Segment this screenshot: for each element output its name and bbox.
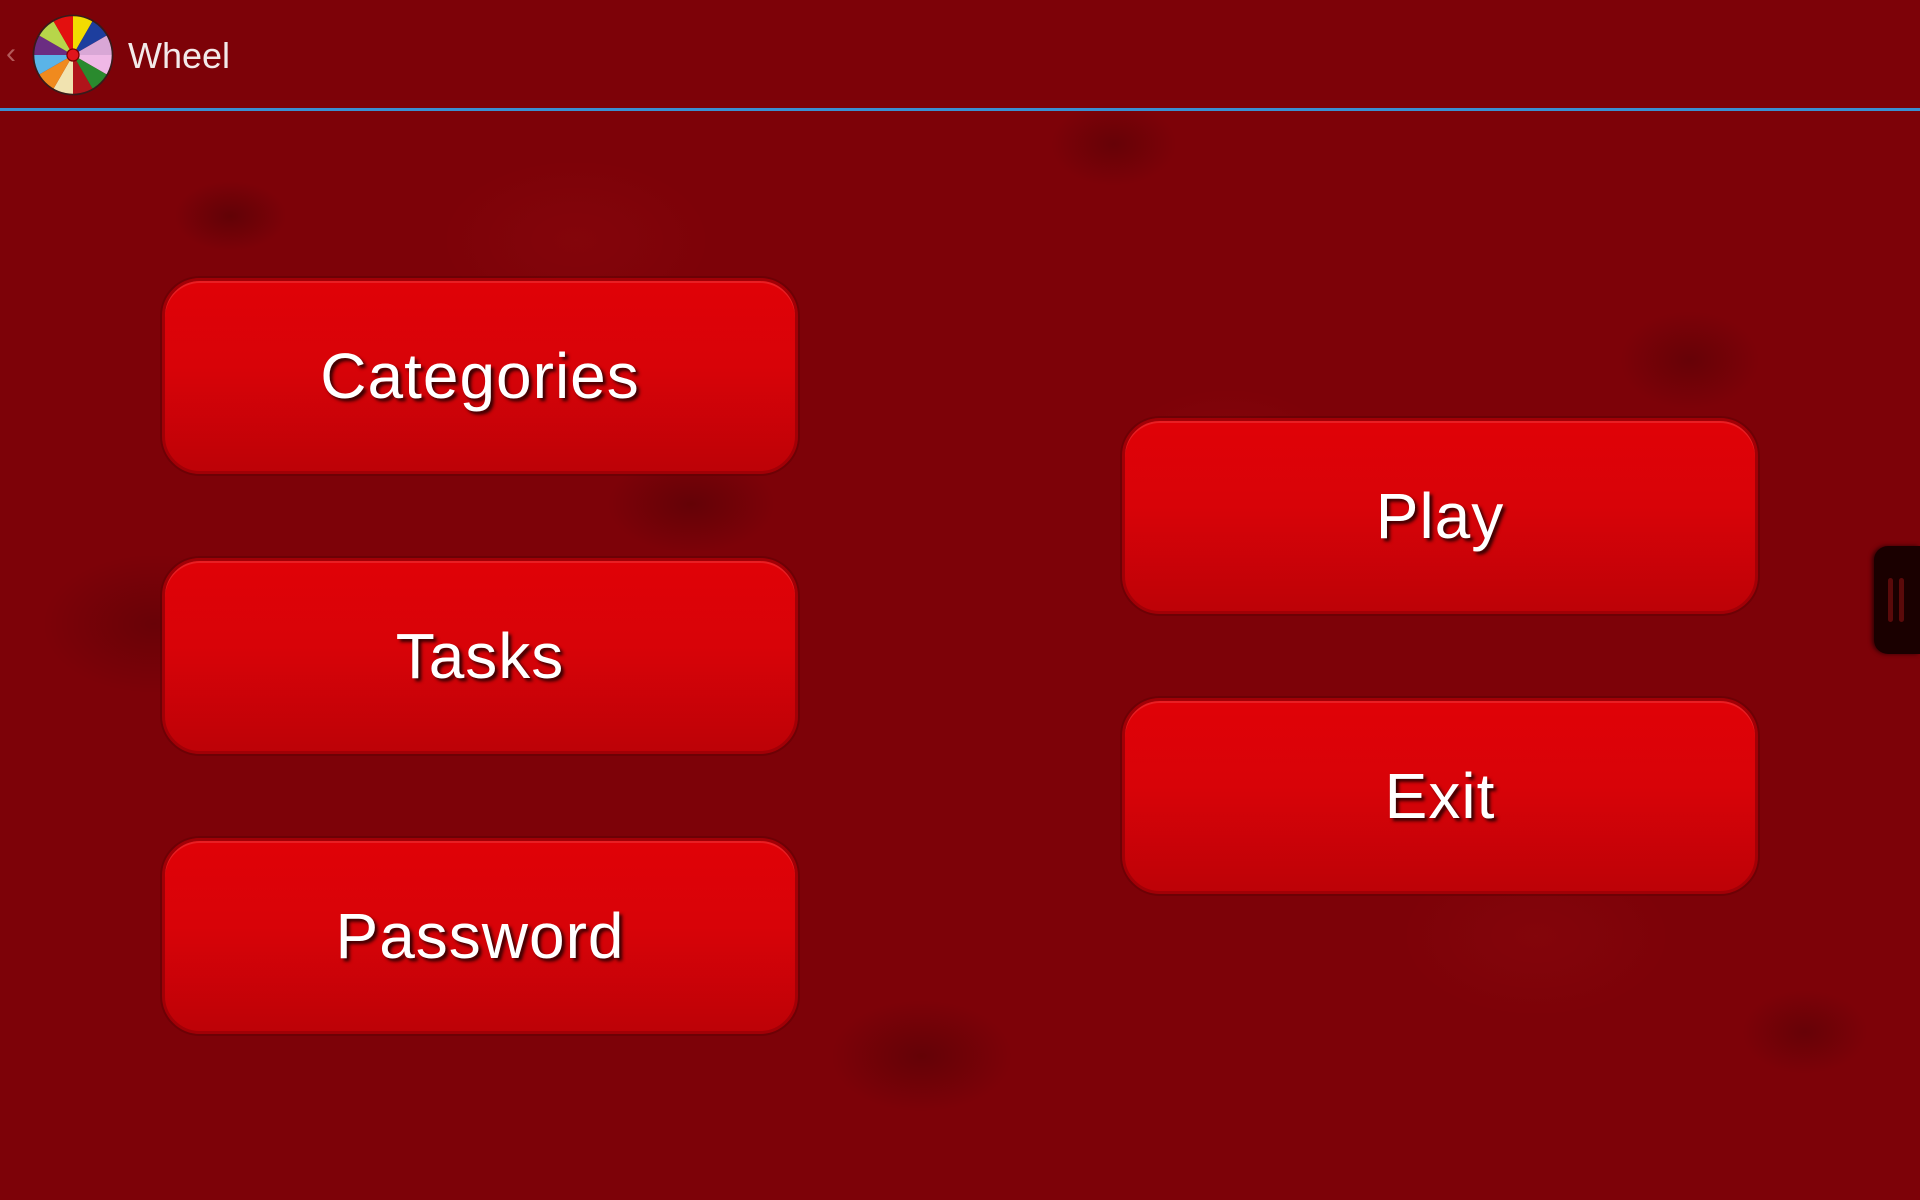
home-up-button[interactable]: ‹ Wheel <box>0 0 240 108</box>
drawer-grip-icon <box>1899 578 1904 622</box>
categories-button[interactable]: Categories <box>162 278 798 474</box>
exit-button-label: Exit <box>1384 760 1496 832</box>
drawer-grip-icon <box>1888 578 1893 622</box>
up-caret-icon: ‹ <box>6 37 16 70</box>
password-button-label: Password <box>335 900 625 972</box>
categories-button-label: Categories <box>320 340 640 412</box>
action-bar-divider <box>0 108 1920 111</box>
side-drawer-handle[interactable] <box>1874 546 1920 654</box>
password-button[interactable]: Password <box>162 838 798 1034</box>
app-screen: ‹ Wheel Categories Tasks Password Play E… <box>0 0 1920 1200</box>
play-button[interactable]: Play <box>1122 418 1758 614</box>
exit-button[interactable]: Exit <box>1122 698 1758 894</box>
tasks-button-label: Tasks <box>395 620 565 692</box>
tasks-button[interactable]: Tasks <box>162 558 798 754</box>
app-title: Wheel <box>128 35 231 76</box>
play-button-label: Play <box>1375 480 1505 552</box>
action-bar: ‹ Wheel <box>0 0 1920 108</box>
color-wheel-icon <box>32 14 114 96</box>
